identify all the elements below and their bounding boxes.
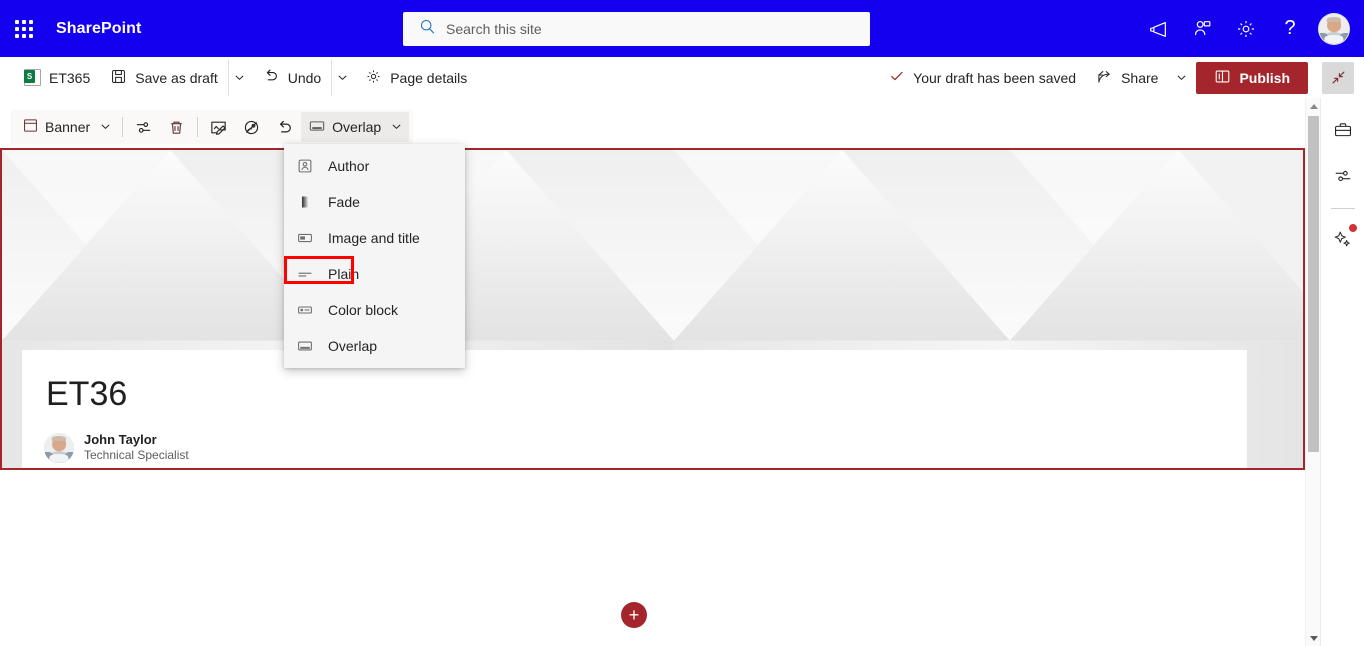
gear-icon[interactable] bbox=[1224, 7, 1268, 51]
megaphone-icon[interactable] bbox=[1136, 7, 1180, 51]
menu-item-overlap[interactable]: Overlap bbox=[284, 328, 465, 364]
menu-item-label: Plain bbox=[328, 266, 360, 282]
reset-icon[interactable] bbox=[268, 112, 301, 142]
scroll-down-arrow-icon[interactable] bbox=[1306, 630, 1321, 646]
layout-selector-chevron-down-icon bbox=[391, 119, 402, 135]
right-rail bbox=[1320, 98, 1364, 646]
menu-item-label: Color block bbox=[328, 302, 399, 318]
publish-label: Publish bbox=[1239, 69, 1290, 86]
page-details-button[interactable]: Page details bbox=[355, 59, 477, 96]
waffle-grid bbox=[15, 19, 33, 38]
layout-fade-icon bbox=[296, 194, 314, 210]
page-details-label: Page details bbox=[390, 69, 468, 86]
undo-button[interactable]: Undo bbox=[252, 59, 331, 96]
layout-image-title-icon bbox=[296, 230, 314, 246]
menu-item-image-and-title[interactable]: Image and title bbox=[284, 220, 465, 256]
menu-item-label: Author bbox=[328, 158, 370, 174]
collapse-diagonal-icon[interactable] bbox=[1322, 61, 1354, 94]
page-title[interactable]: ET36 bbox=[46, 374, 127, 414]
menu-item-label: Overlap bbox=[328, 338, 378, 354]
menu-item-fade[interactable]: Fade bbox=[284, 184, 465, 220]
menu-item-color-block[interactable]: Color block bbox=[284, 292, 465, 328]
copilot-notification-badge bbox=[1348, 224, 1357, 232]
save-options-chevron-down-icon[interactable] bbox=[227, 59, 250, 96]
page-settings-icon[interactable] bbox=[1325, 158, 1361, 194]
share-button[interactable]: Share bbox=[1086, 59, 1168, 96]
search-input[interactable] bbox=[446, 13, 846, 45]
banner-region-selector[interactable]: Banner bbox=[15, 112, 118, 142]
delete-icon[interactable] bbox=[160, 112, 193, 142]
page-command-bar: S ET365 Save as draft Undo Page details … bbox=[0, 57, 1364, 98]
suite-brand[interactable]: SharePoint bbox=[56, 20, 141, 38]
share-label: Share bbox=[1121, 69, 1159, 86]
share-icon bbox=[1096, 68, 1113, 88]
undo-icon bbox=[262, 67, 280, 88]
toolbar-divider-2 bbox=[197, 117, 199, 137]
search-box[interactable] bbox=[403, 12, 870, 46]
page-canvas: ET36 John Taylor Technical Specialist + … bbox=[0, 148, 1306, 646]
layout-overlap-icon bbox=[308, 117, 326, 138]
toolbar-divider-1 bbox=[122, 117, 124, 137]
question-mark-icon[interactable]: ? bbox=[1268, 7, 1312, 51]
scroll-up-arrow-icon[interactable] bbox=[1306, 98, 1321, 114]
layout-author-icon bbox=[296, 158, 314, 174]
banner-web-part-toolbar: Banner Overlap bbox=[11, 110, 414, 144]
site-name-label: ET365 bbox=[49, 69, 91, 86]
sharepoint-site-icon: S bbox=[24, 69, 41, 86]
layout-selector-button[interactable]: Overlap bbox=[301, 112, 410, 142]
scrollbar-thumb[interactable] bbox=[1308, 116, 1319, 452]
menu-item-label: Fade bbox=[328, 194, 360, 210]
layout-color-block-icon bbox=[296, 302, 314, 318]
layout-overlap-icon bbox=[296, 338, 314, 354]
checkmark-icon bbox=[889, 68, 905, 87]
undo-options-chevron-down-icon[interactable] bbox=[331, 59, 353, 96]
menu-item-plain[interactable]: Plain bbox=[284, 256, 465, 292]
draft-saved-status: Your draft has been saved bbox=[889, 68, 1076, 87]
share-options-chevron-down-icon[interactable] bbox=[1170, 59, 1192, 96]
rail-divider bbox=[1330, 208, 1355, 209]
author-avatar bbox=[44, 432, 74, 463]
undo-label: Undo bbox=[287, 69, 322, 86]
focal-point-icon[interactable] bbox=[235, 112, 268, 142]
author-role: Technical Specialist bbox=[84, 448, 189, 462]
author-name: John Taylor bbox=[84, 432, 157, 447]
app-launcher-waffle-icon[interactable] bbox=[0, 0, 48, 57]
user-avatar[interactable] bbox=[1318, 12, 1350, 45]
menu-item-author[interactable]: Author bbox=[284, 148, 465, 184]
layout-plain-icon bbox=[296, 266, 314, 282]
sharepoint-page-editor: SharePoint Search this site ? S ET365 Sa… bbox=[0, 0, 1364, 646]
meeting-people-icon[interactable] bbox=[1180, 7, 1224, 51]
change-image-icon[interactable] bbox=[202, 112, 235, 142]
draft-saved-label: Your draft has been saved bbox=[913, 69, 1077, 86]
save-icon bbox=[110, 68, 127, 88]
save-as-draft-label: Save as draft bbox=[135, 69, 218, 86]
suite-header: SharePoint Search this site ? bbox=[0, 0, 1364, 57]
banner-author: John Taylor Technical Specialist bbox=[44, 432, 189, 463]
suite-actions: ? bbox=[1136, 0, 1358, 57]
book-publish-icon bbox=[1214, 68, 1231, 88]
page-scrollbar[interactable] bbox=[1305, 98, 1320, 646]
publish-button[interactable]: Publish bbox=[1196, 61, 1308, 94]
banner-region-label: Banner bbox=[45, 119, 91, 135]
search-icon bbox=[403, 18, 446, 40]
banner-overlap-card: ET36 John Taylor Technical Specialist bbox=[22, 350, 1247, 468]
site-name-button[interactable]: S ET365 bbox=[14, 59, 100, 96]
command-bar-right: Your draft has been saved Share Publish bbox=[889, 57, 1354, 98]
copilot-sparkle-icon[interactable] bbox=[1325, 221, 1361, 257]
menu-item-label: Image and title bbox=[328, 230, 420, 246]
banner-region-chevron-down-icon bbox=[100, 119, 111, 135]
edit-properties-icon[interactable] bbox=[127, 112, 160, 142]
banner-region-icon bbox=[22, 117, 39, 137]
add-section-button[interactable]: + bbox=[621, 602, 647, 628]
banner-web-part[interactable]: ET36 John Taylor Technical Specialist bbox=[0, 148, 1305, 470]
layout-dropdown-menu: Author Fade Image and title Plain Color … bbox=[284, 144, 465, 368]
toolbox-icon[interactable] bbox=[1325, 112, 1361, 148]
page-details-gear-icon bbox=[365, 68, 382, 88]
save-as-draft-button[interactable]: Save as draft bbox=[100, 59, 228, 96]
layout-selector-label: Overlap bbox=[332, 119, 382, 135]
